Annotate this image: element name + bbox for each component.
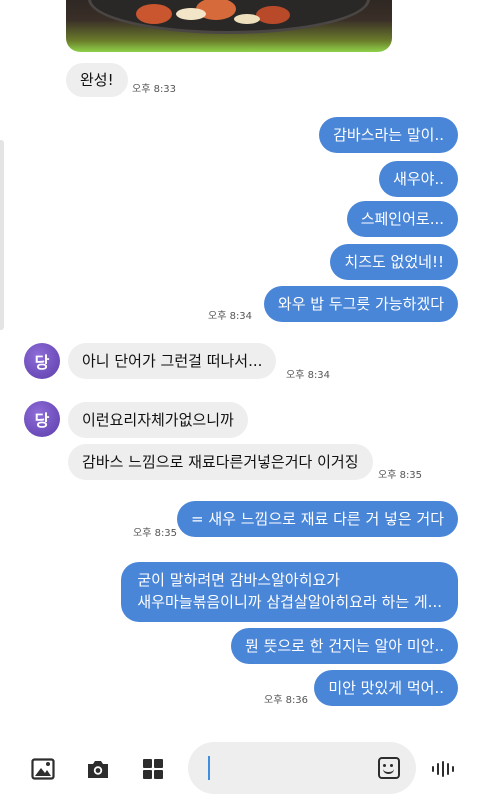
voice-icon[interactable] — [432, 761, 456, 777]
outgoing-message[interactable]: 감바스라는 말이.. — [319, 117, 458, 153]
avatar[interactable]: 당 — [24, 343, 60, 379]
sticker-icon[interactable] — [378, 757, 400, 779]
message-time: 오후 8:34 — [286, 370, 331, 381]
outgoing-message[interactable]: = 새우 느낌으로 재료 다른 거 넣은 거다 — [177, 501, 458, 537]
message-time: 오후 8:36 — [264, 695, 309, 706]
food-photo[interactable] — [66, 0, 392, 52]
apps-icon[interactable] — [141, 758, 165, 780]
scroll-indicator[interactable] — [0, 140, 4, 330]
text-cursor — [208, 756, 210, 780]
message-input-bar — [0, 730, 480, 804]
message-line: 새우마늘볶음이니까 삼겹살알아히요라 하는 게... — [137, 593, 442, 611]
chat-screen: 완성! 오후 8:33 감바스라는 말이.. 새우야.. 스페인어로... 치즈… — [0, 0, 480, 804]
message-time: 오후 8:35 — [378, 470, 423, 481]
message-time: 오후 8:34 — [208, 311, 253, 322]
message-time: 오후 8:35 — [133, 528, 178, 539]
camera-icon[interactable] — [86, 758, 110, 780]
outgoing-message[interactable]: 굳이 말하려면 감바스알아히요가 새우마늘볶음이니까 삼겹살알아히요라 하는 게… — [121, 562, 458, 622]
outgoing-message[interactable]: 스페인어로... — [346, 201, 458, 237]
avatar[interactable]: 당 — [24, 401, 60, 437]
incoming-message[interactable]: 이런요리자체가없으니까 — [68, 402, 248, 438]
incoming-message[interactable]: 아니 단어가 그런걸 떠나서... — [68, 343, 277, 379]
incoming-message[interactable]: 감바스 느낌으로 재료다른거넣은거다 이거징 — [68, 444, 373, 480]
outgoing-message[interactable]: 치즈도 없었네!! — [330, 244, 458, 280]
message-input[interactable] — [188, 742, 416, 794]
incoming-message[interactable]: 완성! — [66, 63, 128, 97]
outgoing-message[interactable]: 새우야.. — [379, 161, 458, 197]
outgoing-message[interactable]: 미안 맛있게 먹어.. — [314, 670, 458, 706]
message-line: 굳이 말하려면 감바스알아히요가 — [137, 571, 341, 589]
message-time: 오후 8:33 — [132, 84, 177, 95]
outgoing-message[interactable]: 와우 밥 두그릇 가능하겠다 — [263, 286, 458, 322]
outgoing-message[interactable]: 뭔 뜻으로 한 건지는 알아 미안.. — [231, 628, 458, 664]
image-icon[interactable] — [31, 758, 55, 780]
